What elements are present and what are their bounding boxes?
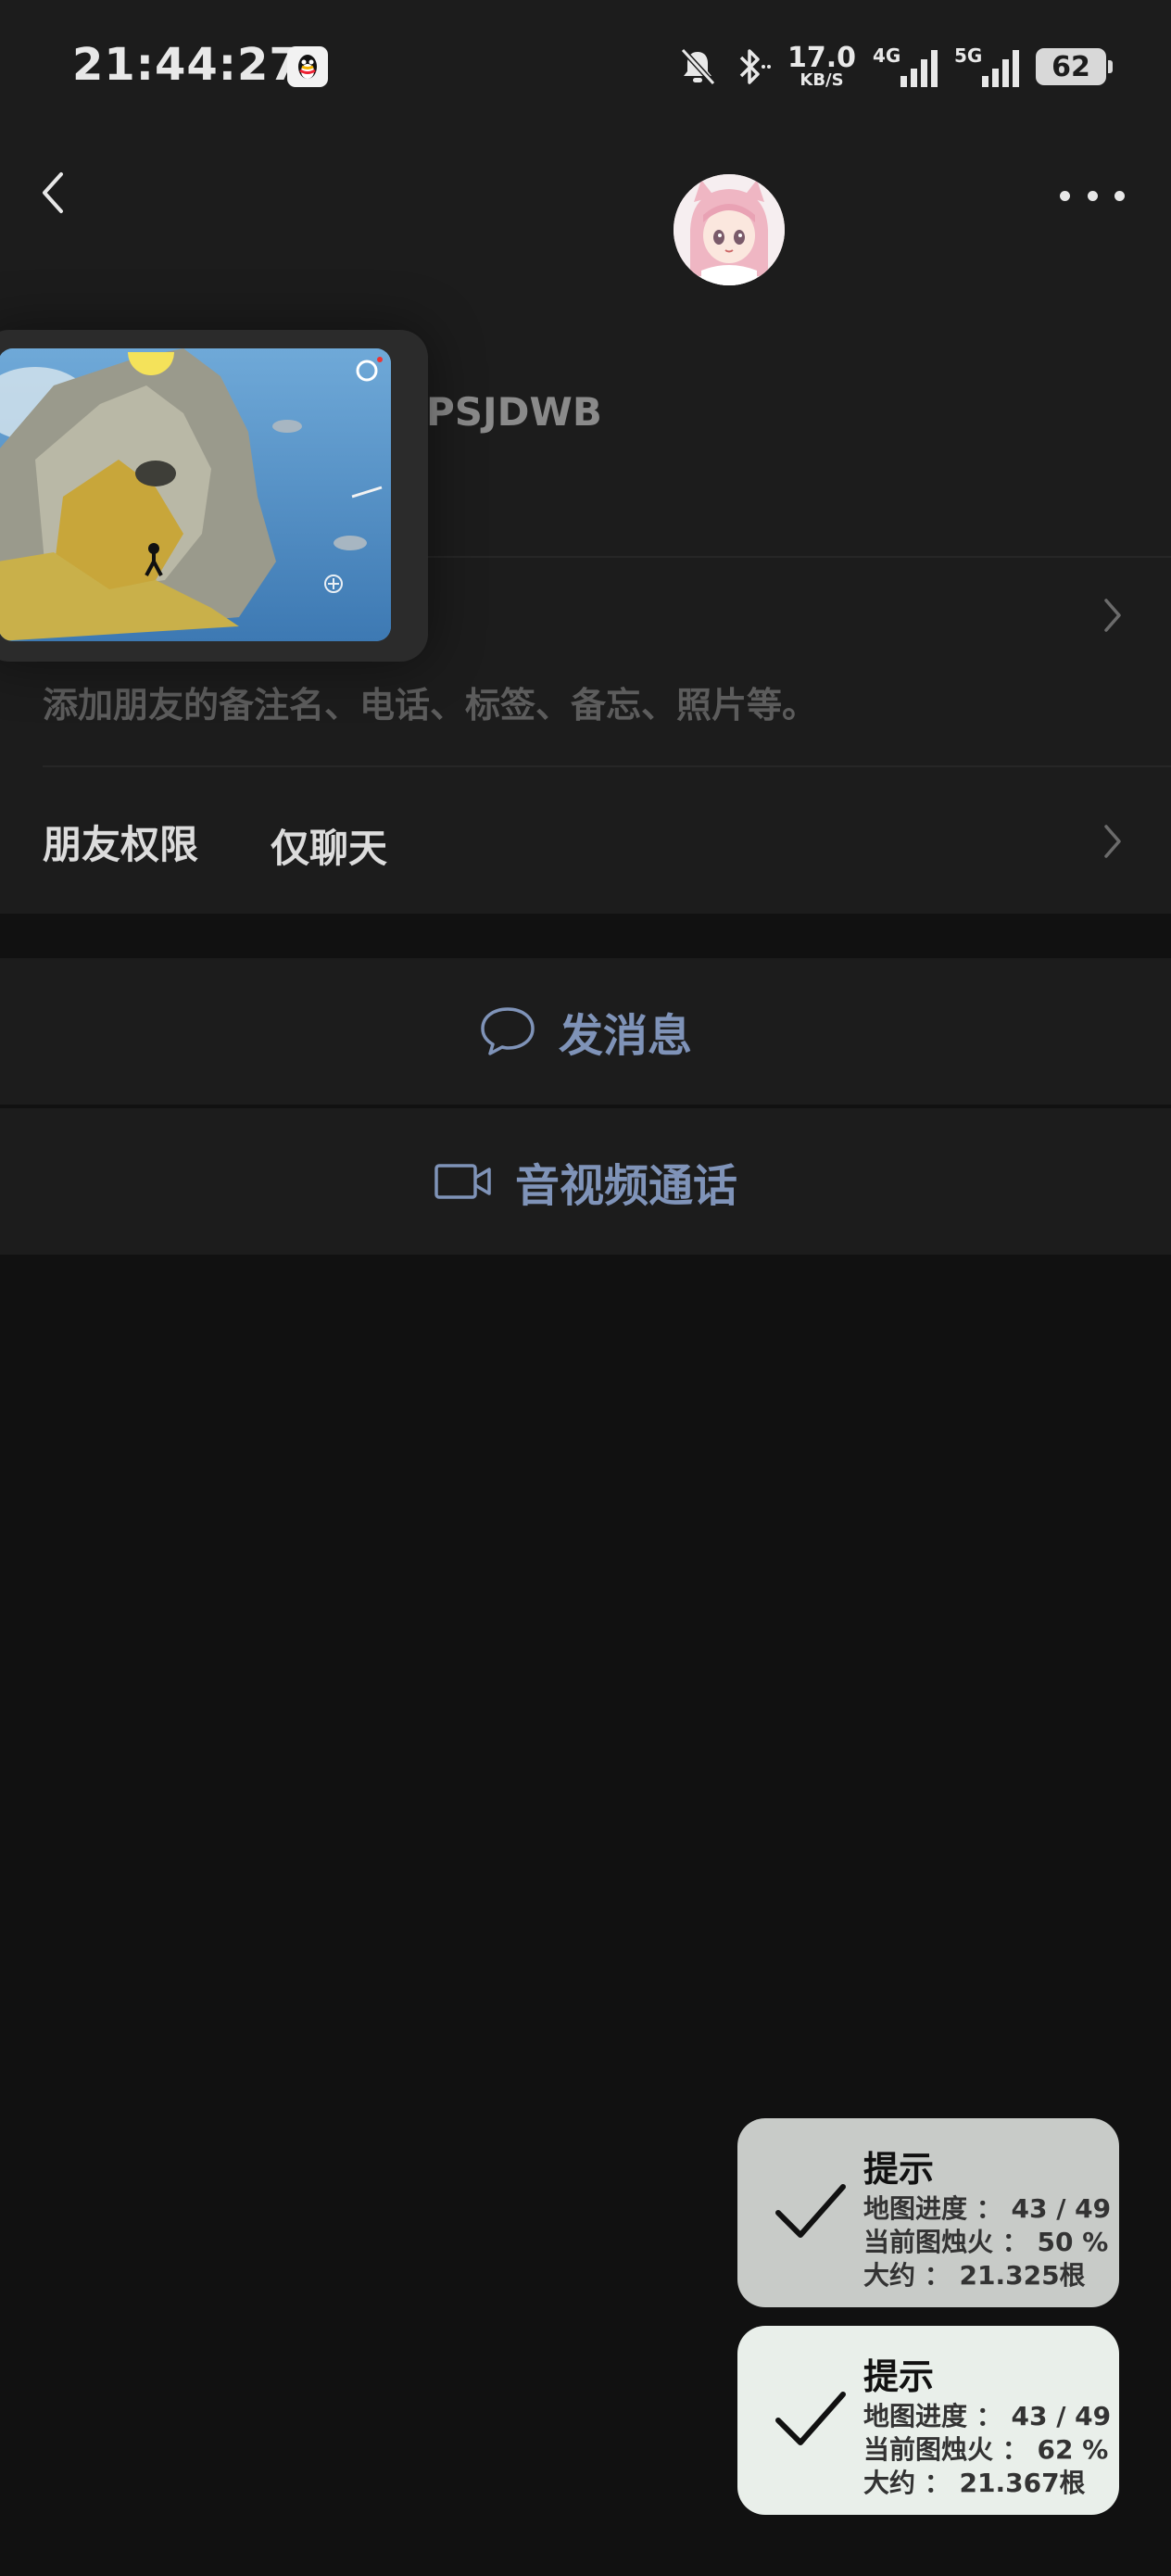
hint-toast: 提示 地图进度 ： 43 / 49 当前图烛火 ： 50 % 大约 ： 21.3… xyxy=(737,2118,1119,2307)
more-options-button[interactable] xyxy=(1060,182,1125,209)
network-speed: 17.0 KB/S xyxy=(787,42,856,90)
back-button[interactable] xyxy=(28,165,83,221)
chevron-left-icon xyxy=(43,172,63,213)
toast-approx-candles: 大约 ： 21.325根 xyxy=(863,2260,1086,2291)
video-camera-icon xyxy=(434,1164,491,1199)
friend-permission-row[interactable]: 朋友权限 仅聊天 xyxy=(0,767,1171,914)
toast-map-progress: 地图进度 ： 43 / 49 xyxy=(863,2193,1112,2224)
toast-candle-progress: 当前图烛火 ： 50 % xyxy=(863,2227,1109,2257)
contact-profile-screen: 21:44:27 17.0 KB/S 4G 5G 62 PSJDWB 添加朋友的… xyxy=(0,0,1171,2576)
chat-bubble-icon xyxy=(481,1007,535,1055)
qq-icon xyxy=(287,46,328,87)
remark-hint: 添加朋友的备注名、电话、标签、备忘、照片等。 xyxy=(43,685,818,726)
mute-icon xyxy=(680,47,716,86)
status-icons: 17.0 KB/S 4G 5G 62 xyxy=(678,41,1113,93)
avatar[interactable] xyxy=(674,174,785,285)
toast-title: 提示 xyxy=(863,2149,935,2190)
video-call-button[interactable]: 音视频通话 xyxy=(0,1108,1171,1255)
chevron-right-icon xyxy=(1104,825,1121,858)
status-time: 21:44:27 xyxy=(72,39,301,91)
game-screenshot xyxy=(0,348,391,641)
chevron-right-icon xyxy=(1104,599,1121,632)
permission-label: 朋友权限 xyxy=(43,822,199,867)
battery-icon: 62 xyxy=(1036,48,1113,85)
permission-value: 仅聊天 xyxy=(271,826,388,871)
toast-candle-progress: 当前图烛火 ： 62 % xyxy=(863,2434,1109,2465)
floating-game-window[interactable] xyxy=(0,330,428,662)
signal-4g-icon: 4G xyxy=(873,44,938,89)
signal-5g-icon: 5G xyxy=(954,44,1019,89)
bluetooth-icon xyxy=(739,49,771,84)
toast-title: 提示 xyxy=(863,2356,935,2397)
hint-toast: 提示 地图进度 ： 43 / 49 当前图烛火 ： 62 % 大约 ： 21.3… xyxy=(737,2326,1119,2515)
send-message-label: 发消息 xyxy=(558,1010,692,1062)
toast-approx-candles: 大约 ： 21.367根 xyxy=(863,2468,1086,2498)
send-message-button[interactable]: 发消息 xyxy=(0,958,1171,1105)
toast-map-progress: 地图进度 ： 43 / 49 xyxy=(863,2401,1112,2431)
more-dots-icon xyxy=(1060,190,1070,201)
checkmark-icon xyxy=(775,2184,846,2238)
nickname: PSJDWB xyxy=(426,389,602,435)
checkmark-icon xyxy=(775,2392,846,2445)
video-call-label: 音视频通话 xyxy=(514,1160,737,1212)
